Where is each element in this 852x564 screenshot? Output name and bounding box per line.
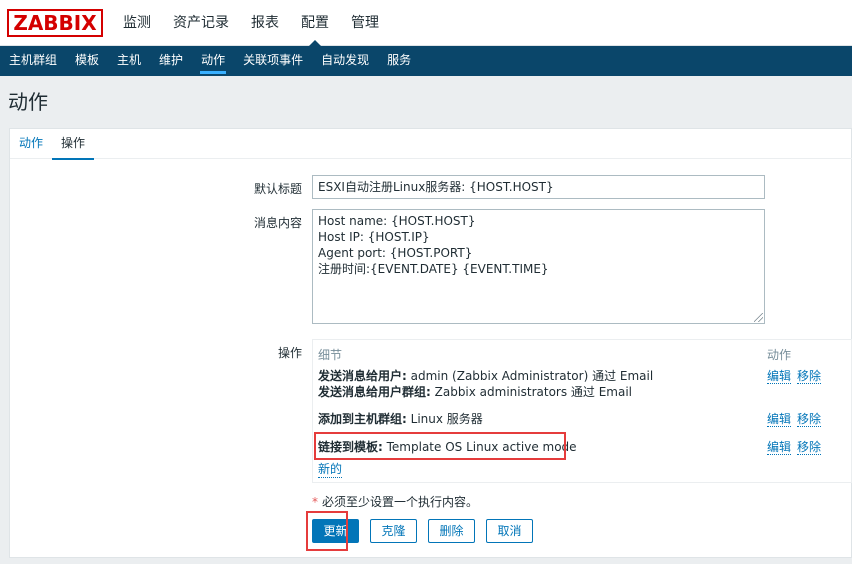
page-title: 动作: [8, 90, 48, 114]
menu-configuration[interactable]: 配置: [290, 0, 340, 46]
submenu-event-correlation[interactable]: 关联项事件: [234, 46, 312, 76]
required-note-text: 必须至少设置一个执行内容。: [322, 495, 479, 509]
submenu-maintenance[interactable]: 维护: [150, 46, 192, 76]
menu-administration[interactable]: 管理: [340, 0, 390, 46]
clone-button[interactable]: 克隆: [370, 519, 417, 543]
submenu-hosts[interactable]: 主机: [108, 46, 150, 76]
submenu-services[interactable]: 服务: [378, 46, 420, 76]
new-operation-link[interactable]: 新的: [318, 460, 343, 478]
delete-button[interactable]: 删除: [428, 519, 475, 543]
main-menu: 监测 资产记录 报表 配置 管理: [112, 0, 390, 46]
operation-type: 添加到主机群组:: [318, 412, 407, 426]
default-subject-label: 默认标题: [253, 182, 302, 196]
remove-link[interactable]: 移除: [797, 369, 822, 384]
operation-text: Zabbix administrators 通过 Email: [430, 385, 633, 399]
message-line: 注册时间:{EVENT.DATE} {EVENT.TIME}: [318, 262, 549, 276]
edit-link[interactable]: 编辑: [767, 412, 792, 427]
default-subject-input[interactable]: ESXI自动注册Linux服务器: {HOST.HOST}: [312, 175, 765, 199]
message-line: Host name: {HOST.HOST}: [318, 214, 476, 228]
menu-reports[interactable]: 报表: [240, 0, 290, 46]
remove-link[interactable]: 移除: [797, 440, 822, 455]
operation-row-actions: 编辑 移除: [767, 367, 827, 384]
top-header: ZABBIX 监测 资产记录 报表 配置 管理: [0, 0, 852, 46]
annotation-highlight-box: [314, 432, 566, 460]
menu-inventory[interactable]: 资产记录: [162, 0, 240, 46]
resize-grip-icon[interactable]: [754, 313, 763, 322]
tab-bar: 动作 操作: [10, 129, 852, 160]
submenu-discovery[interactable]: 自动发现: [312, 46, 378, 76]
required-asterisk: *: [312, 495, 318, 509]
cancel-button[interactable]: 取消: [486, 519, 533, 543]
message-label: 消息内容: [253, 216, 302, 230]
operation-type: 发送消息给用户:: [318, 369, 407, 383]
message-line: Agent port: {HOST.PORT}: [318, 246, 473, 260]
sub-menu: 主机群组 模板 主机 维护 动作 关联项事件 自动发现 服务: [0, 46, 852, 76]
remove-link[interactable]: 移除: [797, 412, 822, 427]
operation-row-actions: 编辑 移除: [767, 438, 827, 455]
operations-label: 操作: [277, 346, 302, 360]
required-note: * 必须至少设置一个执行内容。: [312, 493, 478, 510]
tab-operations[interactable]: 操作: [52, 129, 95, 160]
message-line: Host IP: {HOST.IP}: [318, 230, 430, 244]
zabbix-logo[interactable]: ZABBIX: [7, 9, 103, 37]
menu-monitoring[interactable]: 监测: [112, 0, 162, 46]
operation-text: Linux 服务器: [406, 412, 483, 426]
message-textarea[interactable]: Host name: {HOST.HOST} Host IP: {HOST.IP…: [312, 209, 765, 324]
operations-table: 细节 动作 发送消息给用户: admin (Zabbix Administrat…: [312, 339, 852, 483]
tab-action[interactable]: 动作: [10, 129, 52, 159]
column-header-details: 细节: [318, 348, 343, 362]
submenu-templates[interactable]: 模板: [66, 46, 108, 76]
operation-text: admin (Zabbix Administrator) 通过 Email: [406, 369, 654, 383]
column-header-action: 动作: [767, 348, 792, 362]
edit-link[interactable]: 编辑: [767, 369, 792, 384]
annotation-highlight-box: [306, 511, 348, 551]
operation-detail-line: 发送消息给用户群组: Zabbix administrators 通过 Emai…: [318, 383, 632, 400]
submenu-host-groups[interactable]: 主机群组: [0, 46, 66, 76]
submenu-actions[interactable]: 动作: [192, 46, 234, 76]
operation-detail-line: 发送消息给用户: admin (Zabbix Administrator) 通过…: [318, 367, 653, 384]
edit-link[interactable]: 编辑: [767, 440, 792, 455]
operation-type: 发送消息给用户群组:: [318, 385, 431, 399]
action-form-card: 动作 操作 默认标题 ESXI自动注册Linux服务器: {HOST.HOST}…: [9, 128, 852, 558]
operation-row-actions: 编辑 移除: [767, 410, 827, 427]
operation-detail-line: 添加到主机群组: Linux 服务器: [318, 410, 483, 427]
